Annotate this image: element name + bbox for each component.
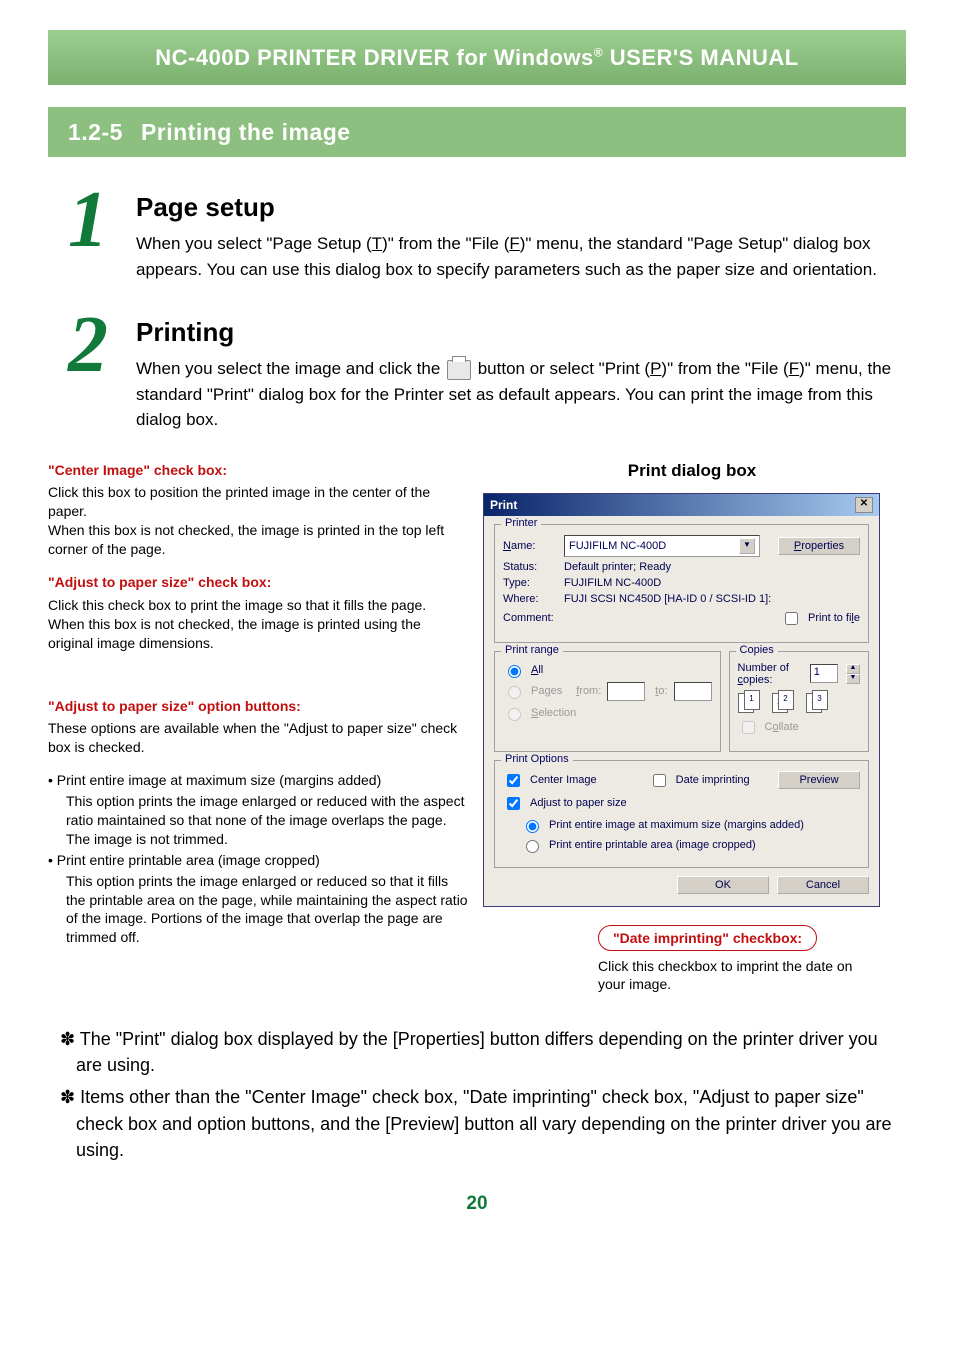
section-number: 1.2-5 — [68, 119, 123, 146]
step-2: 2 Printing When you select the image and… — [48, 317, 906, 433]
collate-label: Collate — [765, 721, 799, 733]
section-title: Printing the image — [141, 119, 351, 146]
copies-fieldset: Copies Number of copies: 1 ▲▼ 11 22 33 — [729, 651, 869, 752]
print-options-legend: Print Options — [501, 753, 573, 765]
adjust-size-heading: "Adjust to paper size" check box: — [48, 573, 468, 592]
section-heading: 1.2-5 Printing the image — [48, 107, 906, 157]
copies-spinner[interactable]: ▲▼ — [846, 664, 860, 684]
option-buttons-heading: "Adjust to paper size" option buttons: — [48, 697, 468, 716]
date-imprinting-callout-title: "Date imprinting" checkbox: — [598, 925, 817, 951]
date-imprinting-checkbox[interactable] — [653, 774, 666, 787]
opt-cropped-radio[interactable] — [526, 840, 539, 853]
comment-label: Comment: — [503, 612, 558, 624]
footnotes: ✽ The "Print" dialog box displayed by th… — [48, 1026, 906, 1162]
ok-button[interactable]: OK — [677, 876, 769, 894]
option-buttons-desc: These options are available when the "Ad… — [48, 719, 468, 757]
collate-checkbox[interactable] — [742, 721, 755, 734]
adjust-paper-checkbox[interactable] — [507, 797, 520, 810]
copies-input[interactable]: 1 — [810, 664, 838, 683]
where-value: FUJI SCSI NC450D [HA-ID 0 / SCSI-ID 1]: — [564, 593, 771, 605]
center-image-heading: "Center Image" check box: — [48, 461, 468, 480]
preview-button[interactable]: Preview — [778, 771, 860, 789]
where-label: Where: — [503, 593, 558, 605]
date-imprinting-label: Date imprinting — [676, 774, 750, 786]
type-label: Type: — [503, 577, 558, 589]
opt-margins-radio[interactable] — [526, 820, 539, 833]
printer-name-select[interactable]: FUJIFILM NC-400D ▼ — [564, 535, 760, 557]
status-label: Status: — [503, 561, 558, 573]
range-pages-label: Pages — [531, 685, 562, 697]
range-selection-label: Selection — [531, 707, 576, 719]
copies-legend: Copies — [736, 644, 778, 656]
print-to-file-label: Print to file — [808, 612, 860, 624]
print-options-fieldset: Print Options Center Image Date imprinti… — [494, 760, 869, 868]
cancel-button[interactable]: Cancel — [777, 876, 869, 894]
center-image-checkbox[interactable] — [507, 774, 520, 787]
bullet-2-title: • Print entire printable area (image cro… — [48, 851, 468, 870]
printer-fieldset: Printer Name: FUJIFILM NC-400D ▼ Propert… — [494, 524, 869, 643]
bullet-1-body: This option prints the image enlarged or… — [48, 792, 468, 849]
date-imprinting-callout-body: Click this checkbox to imprint the date … — [598, 957, 878, 995]
step-number: 1 — [48, 192, 108, 282]
center-image-label: Center Image — [530, 774, 597, 786]
bullet-1-title: • Print entire image at maximum size (ma… — [48, 771, 468, 790]
page-number: 20 — [48, 1193, 906, 1215]
close-icon[interactable]: ✕ — [855, 497, 873, 513]
adjust-size-desc2: When this box is not checked, the image … — [48, 616, 421, 651]
range-pages-radio[interactable] — [508, 686, 521, 699]
manual-header: NC-400D PRINTER DRIVER for Windows® USER… — [48, 30, 906, 85]
properties-button[interactable]: Properties — [778, 537, 860, 555]
name-label: Name: — [503, 540, 558, 552]
range-selection-radio[interactable] — [508, 708, 521, 721]
step-number: 2 — [48, 317, 108, 433]
print-range-fieldset: Print range All Pages from: to: Selectio… — [494, 651, 721, 752]
print-icon — [447, 360, 471, 380]
header-title-post: USER'S MANUAL — [603, 45, 799, 70]
opt-margins-label: Print entire image at maximum size (marg… — [549, 819, 804, 831]
type-value: FUJIFILM NC-400D — [564, 577, 661, 589]
step-1: 1 Page setup When you select "Page Setup… — [48, 192, 906, 282]
center-image-desc: Click this box to position the printed i… — [48, 484, 430, 519]
step-text: When you select the image and click the … — [136, 356, 906, 433]
dialog-titlebar: Print ✕ — [484, 494, 879, 516]
collate-preview: 11 22 33 — [738, 690, 860, 712]
range-all-label: All — [531, 664, 543, 676]
adjust-paper-label: Adjust to paper size — [530, 797, 627, 809]
dialog-title: Print — [490, 498, 517, 512]
print-dialog: Print ✕ Printer Name: FUJIFILM NC-400D ▼ — [483, 493, 880, 907]
status-value: Default printer; Ready — [564, 561, 671, 573]
adjust-size-desc: Click this check box to print the image … — [48, 597, 426, 613]
header-title-sup: ® — [594, 45, 603, 59]
header-title-pre: NC-400D PRINTER DRIVER for Windows — [155, 45, 594, 70]
range-to-label: to: — [655, 685, 667, 697]
chevron-down-icon[interactable]: ▼ — [739, 538, 755, 554]
range-from-label: from: — [576, 685, 601, 697]
printer-name-value: FUJIFILM NC-400D — [569, 540, 666, 552]
explanation-column: "Center Image" check box: Click this box… — [48, 461, 468, 995]
range-all-radio[interactable] — [508, 665, 521, 678]
footnote-1: ✽ The "Print" dialog box displayed by th… — [48, 1026, 906, 1078]
step-text: When you select "Page Setup (T)" from th… — [136, 231, 906, 282]
range-from-input[interactable] — [607, 682, 645, 701]
opt-cropped-label: Print entire printable area (image cropp… — [549, 839, 756, 851]
step-title: Printing — [136, 317, 906, 348]
print-to-file-checkbox[interactable] — [785, 612, 798, 625]
range-to-input[interactable] — [674, 682, 712, 701]
bullet-2-body: This option prints the image enlarged or… — [48, 872, 468, 948]
copies-label: Number of copies: — [738, 662, 798, 686]
footnote-2: ✽ Items other than the "Center Image" ch… — [48, 1084, 906, 1162]
printer-legend: Printer — [501, 517, 541, 529]
print-range-legend: Print range — [501, 644, 563, 656]
center-image-desc2: When this box is not checked, the image … — [48, 522, 444, 557]
dialog-caption: Print dialog box — [478, 461, 906, 481]
step-title: Page setup — [136, 192, 906, 223]
